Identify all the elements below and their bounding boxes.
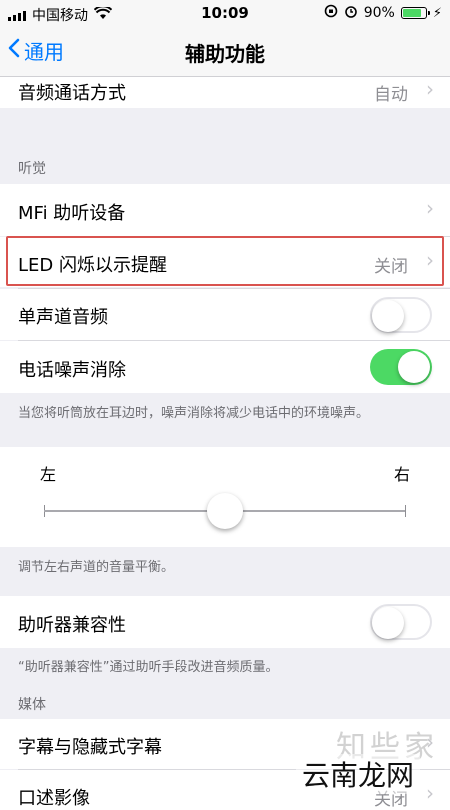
row-label: 单声道音频 — [18, 307, 108, 328]
noise-cancellation-footer: 当您将听筒放在耳边时，噪声消除将减少电话中的环境噪声。 — [18, 406, 370, 421]
tick-right — [405, 505, 406, 517]
toggle-knob — [372, 300, 404, 332]
chevron-right-icon: › — [426, 196, 434, 220]
toggle-knob — [398, 351, 430, 383]
row-hearing-aid-compatibility[interactable]: 助听器兼容性 — [0, 596, 450, 648]
hearing-aid-footer: “助听器兼容性”通过助听手段改进音频质量。 — [18, 660, 279, 675]
section-header-hearing: 听觉 — [18, 161, 46, 177]
watermark-text: 云南龙网 — [295, 754, 420, 794]
row-label: MFi 助听设备 — [18, 203, 126, 224]
charging-icon: ⚡ — [432, 5, 442, 21]
chevron-right-icon: › — [426, 77, 434, 101]
row-phone-noise-cancellation[interactable]: 电话噪声消除 — [0, 341, 450, 393]
row-label: 口述影像 — [18, 788, 90, 809]
row-label: 字幕与隐藏式字幕 — [18, 737, 162, 758]
row-mfi-hearing-devices[interactable]: MFi 助听设备 › — [0, 184, 450, 236]
hearing-aid-compatibility-toggle[interactable] — [370, 604, 432, 640]
section-header-media: 媒体 — [18, 697, 46, 713]
chevron-right-icon: › — [426, 781, 434, 805]
balance-right-label: 右 — [393, 465, 410, 484]
battery-icon — [400, 7, 430, 19]
toggle-knob — [372, 607, 404, 639]
row-label: 助听器兼容性 — [18, 615, 126, 636]
navigation-bar: 通用 辅助功能 — [0, 28, 450, 77]
row-value: 自动 — [374, 85, 408, 105]
orientation-lock-icon — [324, 4, 338, 22]
row-audio-call-routing[interactable]: 音频通话方式 自动 › — [0, 77, 450, 108]
alarm-icon — [344, 4, 358, 22]
row-label: 音频通话方式 — [18, 83, 126, 104]
balance-slider-knob[interactable] — [207, 493, 243, 529]
balance-left-label: 左 — [40, 465, 57, 484]
status-bar: 中国移动 10:09 90% ⚡ — [0, 0, 450, 28]
row-label: 电话噪声消除 — [18, 360, 126, 381]
balance-footer: 调节左右声道的音量平衡。 — [18, 560, 175, 575]
battery-percent: 90% — [363, 5, 395, 21]
balance-slider-panel: 左 右 — [0, 447, 450, 547]
highlight-box — [6, 236, 444, 286]
mono-audio-toggle[interactable] — [370, 297, 432, 333]
row-mono-audio[interactable]: 单声道音频 — [0, 289, 450, 340]
battery-fill — [402, 9, 421, 17]
status-right: 90% ⚡ — [324, 4, 442, 22]
page-title: 辅助功能 — [185, 42, 265, 66]
noise-cancellation-toggle[interactable] — [370, 349, 432, 385]
